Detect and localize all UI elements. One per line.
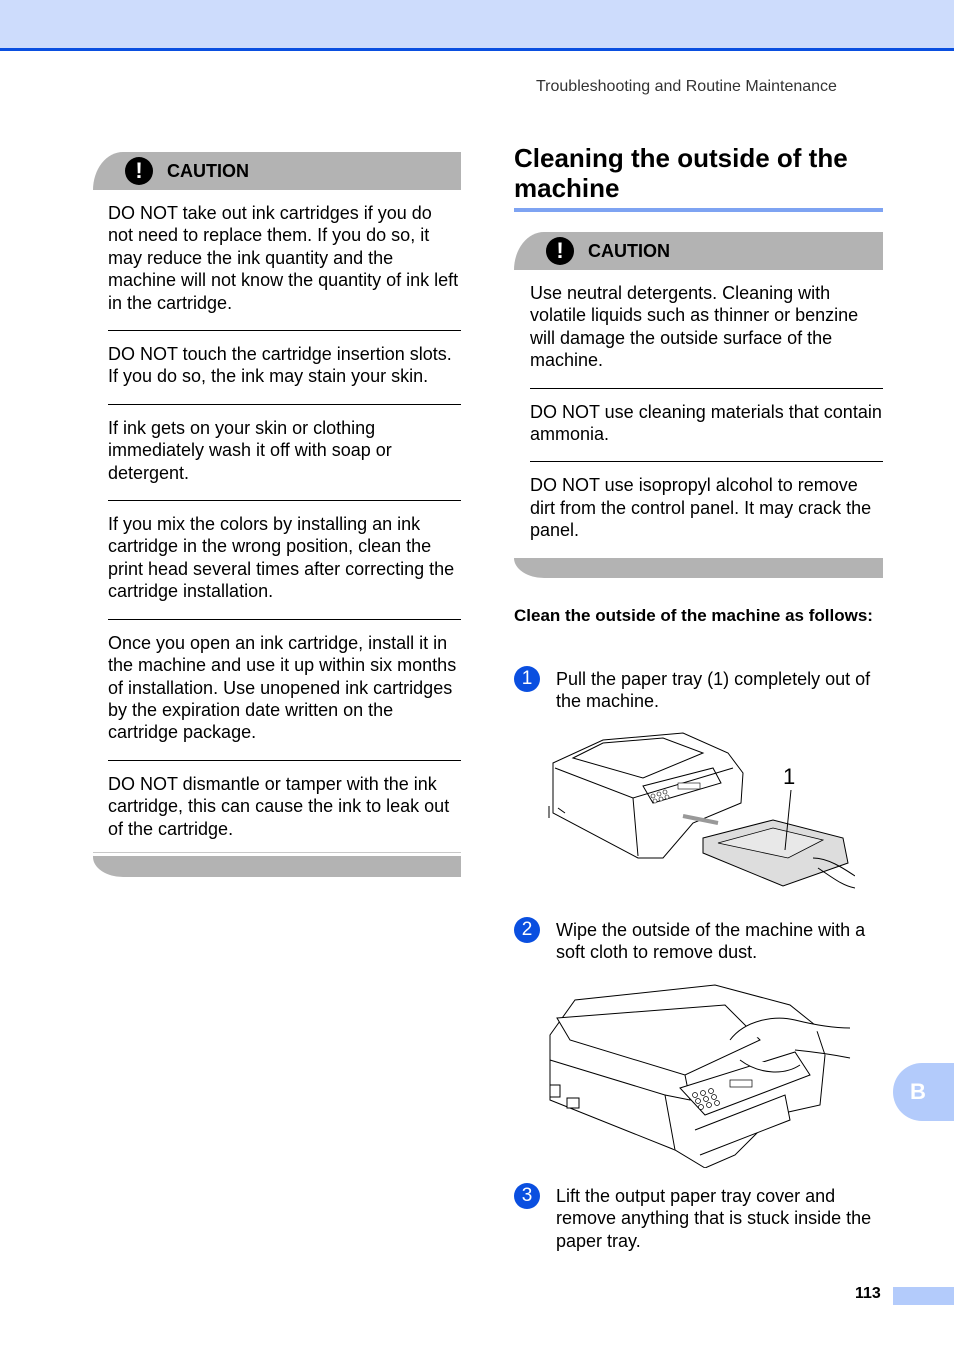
header-band bbox=[0, 0, 954, 51]
step-1: 1 Pull the paper tray (1) completely out… bbox=[514, 666, 883, 713]
figure-wipe-machine bbox=[549, 984, 851, 1168]
caution-item: Use neutral detergents. Cleaning with vo… bbox=[530, 283, 859, 371]
caution-item: DO NOT touch the cartridge insertion slo… bbox=[108, 330, 461, 404]
caution-box-ink: ! CAUTION DO NOT take out ink cartridges… bbox=[93, 152, 461, 877]
caution-item: If you mix the colors by installing an i… bbox=[108, 500, 461, 619]
step-text: Wipe the outside of the machine with a s… bbox=[556, 920, 866, 963]
caution-item: DO NOT use cleaning materials that conta… bbox=[530, 387, 883, 462]
step-2: 2 Wipe the outside of the machine with a… bbox=[514, 917, 883, 964]
caution-item: DO NOT take out ink cartridges if you do… bbox=[108, 203, 459, 313]
page-number: 113 bbox=[855, 1285, 881, 1302]
exclamation-icon: ! bbox=[546, 237, 574, 265]
caution-item: Once you open an ink cartridge, install … bbox=[108, 618, 461, 760]
procedure-subheading: Clean the outside of the machine as foll… bbox=[514, 606, 873, 625]
step-text: Pull the paper tray (1) completely out o… bbox=[556, 669, 871, 712]
caution-label: CAUTION bbox=[588, 240, 670, 261]
caution-header: ! CAUTION bbox=[93, 152, 461, 190]
title-underline bbox=[514, 208, 883, 212]
step-number-badge: 1 bbox=[514, 666, 540, 692]
step-text: Lift the output paper tray cover and rem… bbox=[556, 1186, 872, 1251]
caution-footer-bar bbox=[514, 557, 883, 578]
caution-header: ! CAUTION bbox=[514, 232, 883, 270]
figure-pull-paper-tray: 1 bbox=[548, 732, 855, 889]
caution-footer-bar bbox=[93, 855, 461, 877]
step-3: 3 Lift the output paper tray cover and r… bbox=[514, 1183, 883, 1252]
exclamation-icon: ! bbox=[125, 157, 153, 185]
chapter-tab-label: B bbox=[910, 1079, 926, 1104]
caution-item: DO NOT use isopropyl alcohol to remove d… bbox=[530, 461, 883, 557]
caution-item: DO NOT dismantle or tamper with the ink … bbox=[108, 759, 461, 856]
caution-label: CAUTION bbox=[167, 160, 249, 181]
caution-item: If ink gets on your skin or clothing imm… bbox=[108, 403, 461, 500]
step-number-badge: 2 bbox=[514, 917, 540, 943]
caution-body: Use neutral detergents. Cleaning with vo… bbox=[514, 270, 883, 558]
callout-label: 1 bbox=[783, 764, 795, 789]
caution-box-cleaning: ! CAUTION Use neutral detergents. Cleani… bbox=[514, 232, 883, 578]
step-number-badge: 3 bbox=[514, 1183, 540, 1209]
page-number-bar bbox=[893, 1287, 954, 1305]
chapter-tab[interactable]: B bbox=[893, 1063, 954, 1121]
caution-body: DO NOT take out ink cartridges if you do… bbox=[93, 190, 461, 856]
running-title: Troubleshooting and Routine Maintenance bbox=[536, 78, 837, 95]
section-title: Cleaning the outside of the machine bbox=[514, 143, 848, 203]
